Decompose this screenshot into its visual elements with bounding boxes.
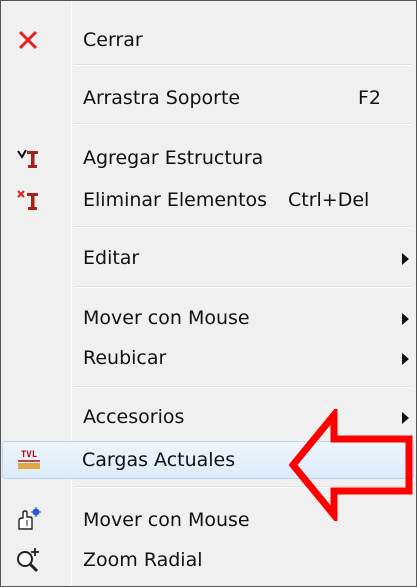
menu-item-label: Editar bbox=[83, 247, 140, 269]
menu-item-label: Cerrar bbox=[83, 29, 143, 51]
submenu-arrow-icon bbox=[402, 353, 409, 365]
menu-item-label: Eliminar Elementos bbox=[83, 189, 268, 211]
context-menu: Cerrar Arrastra Soporte F2 Agregar Estru… bbox=[0, 0, 417, 587]
menu-item-eliminar-elementos[interactable]: Eliminar Elementos Ctrl+Del bbox=[3, 181, 413, 219]
menu-separator bbox=[74, 226, 412, 228]
menu-item-arrastra-soporte[interactable]: Arrastra Soporte F2 bbox=[3, 79, 413, 117]
menu-item-label: Mover con Mouse bbox=[83, 509, 250, 531]
menu-item-label: Reubicar bbox=[83, 347, 167, 369]
menu-item-reubicar[interactable]: Reubicar bbox=[3, 339, 413, 377]
move-mouse-icon bbox=[15, 506, 41, 534]
menu-separator bbox=[74, 386, 412, 388]
menu-item-shortcut: F2 bbox=[358, 87, 382, 109]
menu-item-zoom-radial[interactable]: Zoom Radial bbox=[3, 541, 413, 579]
annotation-arrow-icon bbox=[289, 409, 413, 521]
menu-item-editar[interactable]: Editar bbox=[3, 239, 413, 277]
delete-elements-icon bbox=[15, 186, 41, 214]
menu-item-label: Agregar Estructura bbox=[83, 147, 264, 169]
zoom-radial-icon bbox=[15, 546, 41, 574]
menu-item-cerrar[interactable]: Cerrar bbox=[3, 21, 413, 59]
menu-item-agregar-estructura[interactable]: Agregar Estructura bbox=[3, 139, 413, 177]
menu-item-label: Mover con Mouse bbox=[83, 307, 250, 329]
close-icon bbox=[15, 26, 41, 54]
add-structure-icon bbox=[15, 144, 41, 172]
menu-separator bbox=[74, 286, 412, 288]
current-loads-icon: TVL bbox=[16, 446, 42, 474]
menu-separator bbox=[74, 64, 412, 66]
menu-separator bbox=[74, 123, 412, 125]
loads-icon-glyph: TVL bbox=[21, 450, 38, 460]
menu-item-shortcut: Ctrl+Del bbox=[288, 189, 370, 211]
menu-item-label: Accesorios bbox=[83, 406, 185, 428]
submenu-arrow-icon bbox=[402, 253, 409, 265]
menu-item-label: Cargas Actuales bbox=[82, 449, 236, 471]
submenu-arrow-icon bbox=[402, 313, 409, 325]
menu-item-label: Zoom Radial bbox=[83, 549, 203, 571]
menu-item-mover-con-mouse[interactable]: Mover con Mouse bbox=[3, 299, 413, 337]
menu-item-label: Arrastra Soporte bbox=[83, 87, 241, 109]
